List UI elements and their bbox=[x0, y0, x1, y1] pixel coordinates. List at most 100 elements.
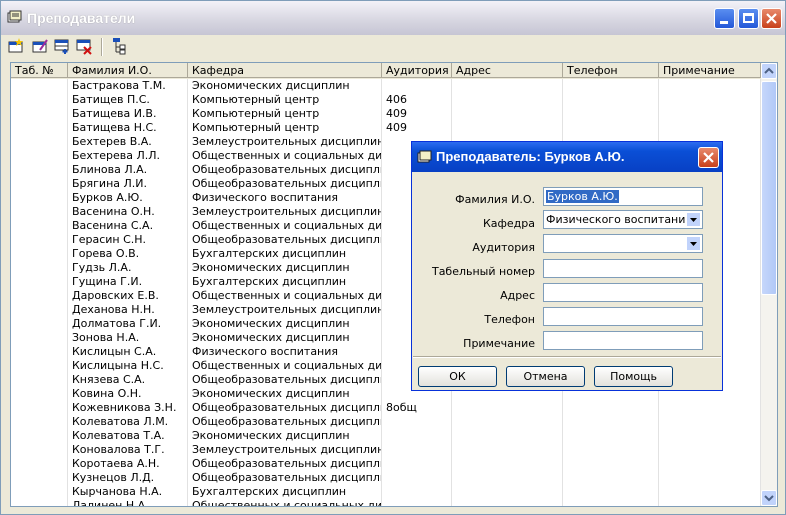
table-cell-name[interactable]: Бастракова Т.М. bbox=[68, 79, 188, 93]
table-cell-tab[interactable] bbox=[11, 261, 68, 275]
table-cell-dept[interactable]: Общеобразовательных дисциплин bbox=[188, 233, 382, 247]
table-cell-name[interactable]: Долматова Г.И. bbox=[68, 317, 188, 331]
department-select[interactable]: Физического воспитания bbox=[543, 210, 703, 229]
table-cell-name[interactable]: Кузнецов Л.Д. bbox=[68, 471, 188, 485]
table-row[interactable]: Кожевникова З.Н. Общеобразовательных дисц… bbox=[11, 401, 761, 415]
table-row[interactable]: Коротаева А.Н. Общеобразовательных дисцип… bbox=[11, 457, 761, 471]
table-cell-name[interactable]: Князева С.А. bbox=[68, 373, 188, 387]
table-cell-tab[interactable] bbox=[11, 499, 68, 506]
dialog-title-bar[interactable]: Преподаватель: Бурков А.Ю. bbox=[412, 142, 722, 172]
table-cell-addr[interactable] bbox=[452, 443, 563, 457]
table-cell-dept[interactable]: Общеобразовательных дисциплин bbox=[188, 163, 382, 177]
table-cell-name[interactable]: Бехтерев В.А. bbox=[68, 135, 188, 149]
phone-field[interactable] bbox=[543, 307, 703, 326]
table-cell-name[interactable]: Батищева И.В. bbox=[68, 107, 188, 121]
table-cell-addr[interactable] bbox=[452, 429, 563, 443]
table-cell-dept[interactable]: Общеобразовательных дисциплин bbox=[188, 401, 382, 415]
table-cell-name[interactable]: Гудзь Л.А. bbox=[68, 261, 188, 275]
table-cell-name[interactable]: Герасин С.Н. bbox=[68, 233, 188, 247]
table-cell-tab[interactable] bbox=[11, 177, 68, 191]
help-button[interactable]: Помощь bbox=[594, 366, 673, 387]
table-cell-dept[interactable]: Общеобразовательных дисциплин bbox=[188, 373, 382, 387]
table-cell-dept[interactable]: Бухгалтерских дисциплин bbox=[188, 275, 382, 289]
table-cell-phone[interactable] bbox=[563, 401, 659, 415]
table-cell-name[interactable]: Даровских Е.В. bbox=[68, 289, 188, 303]
table-cell-note[interactable] bbox=[659, 107, 761, 121]
column-header-name[interactable]: Фамилия И.О. bbox=[68, 63, 188, 78]
table-cell-phone[interactable] bbox=[563, 107, 659, 121]
column-header-phone[interactable]: Телефон bbox=[563, 63, 659, 78]
table-cell-room[interactable]: 409 bbox=[382, 121, 452, 135]
table-cell-name[interactable]: Гущина Г.И. bbox=[68, 275, 188, 289]
table-cell-dept[interactable]: Экономических дисциплин bbox=[188, 79, 382, 93]
table-cell-phone[interactable] bbox=[563, 485, 659, 499]
table-cell-addr[interactable] bbox=[452, 457, 563, 471]
table-cell-note[interactable] bbox=[659, 79, 761, 93]
minimize-button[interactable] bbox=[714, 8, 735, 29]
table-cell-room[interactable] bbox=[382, 443, 452, 457]
table-cell-name[interactable]: Васенина О.Н. bbox=[68, 205, 188, 219]
table-cell-dept[interactable]: Общественных и социальных дис... bbox=[188, 289, 382, 303]
table-cell-dept[interactable]: Землеустроительных дисциплин bbox=[188, 205, 382, 219]
table-cell-tab[interactable] bbox=[11, 191, 68, 205]
table-cell-name[interactable]: Васенина С.А. bbox=[68, 219, 188, 233]
table-cell-addr[interactable] bbox=[452, 499, 563, 506]
tab-number-field[interactable] bbox=[543, 259, 703, 278]
table-cell-dept[interactable]: Экономических дисциплин bbox=[188, 429, 382, 443]
table-cell-addr[interactable] bbox=[452, 121, 563, 135]
table-cell-tab[interactable] bbox=[11, 163, 68, 177]
table-cell-dept[interactable]: Общественных и социальных дис... bbox=[188, 219, 382, 233]
table-cell-note[interactable] bbox=[659, 485, 761, 499]
table-cell-name[interactable]: Блинова Л.А. bbox=[68, 163, 188, 177]
table-cell-tab[interactable] bbox=[11, 387, 68, 401]
edit-record-icon[interactable] bbox=[31, 37, 49, 55]
table-cell-room[interactable] bbox=[382, 415, 452, 429]
table-cell-name[interactable]: Кислицына Н.С. bbox=[68, 359, 188, 373]
table-cell-note[interactable] bbox=[659, 415, 761, 429]
table-cell-dept[interactable]: Общеобразовательных дисциплин bbox=[188, 177, 382, 191]
table-cell-dept[interactable]: Общественных и социальных дис... bbox=[188, 499, 382, 506]
table-cell-name[interactable]: Ковина О.Н. bbox=[68, 387, 188, 401]
scroll-up-button[interactable] bbox=[761, 63, 777, 79]
address-field[interactable] bbox=[543, 283, 703, 302]
table-cell-room[interactable] bbox=[382, 499, 452, 506]
table-row[interactable]: Кузнецов Л.Д. Общеобразовательных дисципл… bbox=[11, 471, 761, 485]
table-cell-name[interactable]: Кырчанова Н.А. bbox=[68, 485, 188, 499]
column-header-department[interactable]: Кафедра bbox=[188, 63, 382, 78]
table-cell-dept[interactable]: Компьютерный центр bbox=[188, 107, 382, 121]
table-cell-note[interactable] bbox=[659, 93, 761, 107]
table-cell-tab[interactable] bbox=[11, 93, 68, 107]
table-cell-room[interactable] bbox=[382, 471, 452, 485]
table-cell-addr[interactable] bbox=[452, 471, 563, 485]
table-cell-tab[interactable] bbox=[11, 401, 68, 415]
delete-row-icon[interactable] bbox=[75, 37, 93, 55]
new-record-icon[interactable] bbox=[7, 37, 25, 55]
table-cell-name[interactable]: Бурков А.Ю. bbox=[68, 191, 188, 205]
table-row[interactable]: Батищева И.В. Компьютерный центр 409 bbox=[11, 107, 761, 121]
table-row[interactable]: Батищев П.С. Компьютерный центр 406 bbox=[11, 93, 761, 107]
table-cell-dept[interactable]: Общеобразовательных дисциплин bbox=[188, 415, 382, 429]
ok-button[interactable]: ОК bbox=[418, 366, 497, 387]
table-cell-room[interactable] bbox=[382, 79, 452, 93]
room-select[interactable] bbox=[543, 234, 703, 253]
table-cell-dept[interactable]: Бухгалтерских дисциплин bbox=[188, 485, 382, 499]
table-cell-tab[interactable] bbox=[11, 135, 68, 149]
table-cell-note[interactable] bbox=[659, 471, 761, 485]
table-cell-tab[interactable] bbox=[11, 247, 68, 261]
table-cell-tab[interactable] bbox=[11, 149, 68, 163]
table-cell-name[interactable]: Кожевникова З.Н. bbox=[68, 401, 188, 415]
table-row[interactable]: Бастракова Т.М. Экономических дисциплин bbox=[11, 79, 761, 93]
table-cell-dept[interactable]: Экономических дисциплин bbox=[188, 387, 382, 401]
table-cell-tab[interactable] bbox=[11, 373, 68, 387]
table-cell-note[interactable] bbox=[659, 121, 761, 135]
scroll-down-button[interactable] bbox=[761, 490, 777, 506]
table-cell-name[interactable]: Брягина Л.И. bbox=[68, 177, 188, 191]
table-cell-note[interactable] bbox=[659, 443, 761, 457]
table-cell-dept[interactable]: Землеустроительных дисциплин bbox=[188, 443, 382, 457]
table-cell-phone[interactable] bbox=[563, 457, 659, 471]
table-cell-tab[interactable] bbox=[11, 205, 68, 219]
title-bar[interactable]: Преподаватели bbox=[1, 1, 785, 35]
table-cell-room[interactable]: 8общ bbox=[382, 401, 452, 415]
table-cell-note[interactable] bbox=[659, 457, 761, 471]
room-dropdown-button[interactable] bbox=[686, 236, 701, 251]
